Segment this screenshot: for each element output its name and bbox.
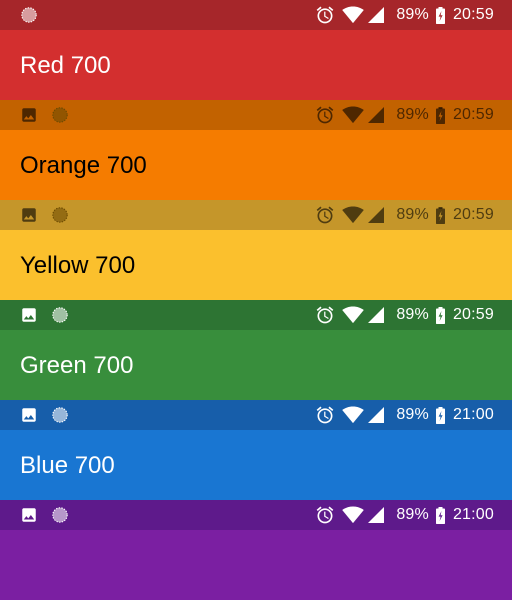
gallery-icon: [20, 406, 38, 424]
wifi-icon: [342, 206, 368, 224]
system-icons: 89% 20:59: [315, 300, 494, 330]
system-icons: 89% 21:00: [315, 400, 494, 430]
app-bar: Blue 700: [0, 430, 512, 500]
gallery-icon: [20, 106, 38, 124]
wifi-icon: [342, 306, 368, 324]
status-bar: 89% 20:59: [0, 0, 512, 30]
battery-icon: [435, 206, 453, 224]
wifi-icon: [342, 6, 368, 24]
color-block-blue: 89% 21:00 Blue 700: [0, 400, 512, 500]
clock: 20:59: [452, 106, 494, 123]
status-bar: 89% 21:00: [0, 500, 512, 530]
battery-icon: [435, 306, 453, 324]
notification-icons: [20, 206, 69, 224]
signal-icon: [368, 507, 396, 523]
app-bar-title: Blue 700: [20, 452, 115, 479]
dotted-circle-icon: [51, 306, 69, 324]
app-bar: Red 700: [0, 30, 512, 100]
status-bar: 89% 20:59: [0, 300, 512, 330]
app-bar-title: Green 700: [20, 352, 134, 379]
clock: 20:59: [452, 206, 494, 223]
alarm-icon: [315, 405, 342, 425]
signal-icon: [368, 207, 396, 223]
battery-percent: 89%: [396, 6, 429, 23]
system-icons: 89% 20:59: [315, 200, 494, 230]
clock: 21:00: [452, 506, 494, 523]
battery-icon: [435, 406, 453, 424]
color-block-green: 89% 20:59 Green 700: [0, 300, 512, 400]
dotted-circle-icon: [51, 506, 69, 524]
alarm-icon: [315, 5, 342, 25]
status-bar: 89% 20:59: [0, 200, 512, 230]
clock: 20:59: [452, 6, 494, 23]
app-bar: [0, 530, 512, 600]
clock: 21:00: [452, 406, 494, 423]
dotted-circle-icon: [51, 406, 69, 424]
dotted-circle-icon: [51, 106, 69, 124]
app-bar: Orange 700: [0, 130, 512, 200]
signal-icon: [368, 307, 396, 323]
dotted-circle-icon: [51, 206, 69, 224]
notification-icons: [20, 506, 69, 524]
notification-icons: [20, 6, 38, 24]
app-bar-title: Red 700: [20, 52, 111, 79]
signal-icon: [368, 407, 396, 423]
color-block-yellow: 89% 20:59 Yellow 700: [0, 200, 512, 300]
app-bar-title: Yellow 700: [20, 252, 136, 279]
system-icons: 89% 20:59: [315, 0, 494, 30]
notification-icons: [20, 406, 69, 424]
battery-percent: 89%: [396, 506, 429, 523]
battery-percent: 89%: [396, 106, 429, 123]
color-block-red: 89% 20:59 Red 700: [0, 0, 512, 100]
battery-icon: [435, 506, 453, 524]
alarm-icon: [315, 305, 342, 325]
alarm-icon: [315, 105, 342, 125]
gallery-icon: [20, 506, 38, 524]
app-bar: Green 700: [0, 330, 512, 400]
gallery-icon: [20, 206, 38, 224]
status-bar: 89% 21:00: [0, 400, 512, 430]
battery-icon: [435, 6, 453, 24]
dotted-circle-icon: [20, 6, 38, 24]
battery-percent: 89%: [396, 206, 429, 223]
wifi-icon: [342, 406, 368, 424]
color-block-purple: 89% 21:00: [0, 500, 512, 600]
gallery-icon: [20, 306, 38, 324]
clock: 20:59: [452, 306, 494, 323]
app-bar-title: Orange 700: [20, 152, 147, 179]
system-icons: 89% 20:59: [315, 100, 494, 130]
alarm-icon: [315, 205, 342, 225]
notification-icons: [20, 306, 69, 324]
alarm-icon: [315, 505, 342, 525]
battery-percent: 89%: [396, 406, 429, 423]
system-icons: 89% 21:00: [315, 500, 494, 530]
app-bar: Yellow 700: [0, 230, 512, 300]
notification-icons: [20, 106, 69, 124]
status-bar: 89% 20:59: [0, 100, 512, 130]
signal-icon: [368, 7, 396, 23]
battery-percent: 89%: [396, 306, 429, 323]
wifi-icon: [342, 106, 368, 124]
signal-icon: [368, 107, 396, 123]
battery-icon: [435, 106, 453, 124]
wifi-icon: [342, 506, 368, 524]
color-block-orange: 89% 20:59 Orange 700: [0, 100, 512, 200]
